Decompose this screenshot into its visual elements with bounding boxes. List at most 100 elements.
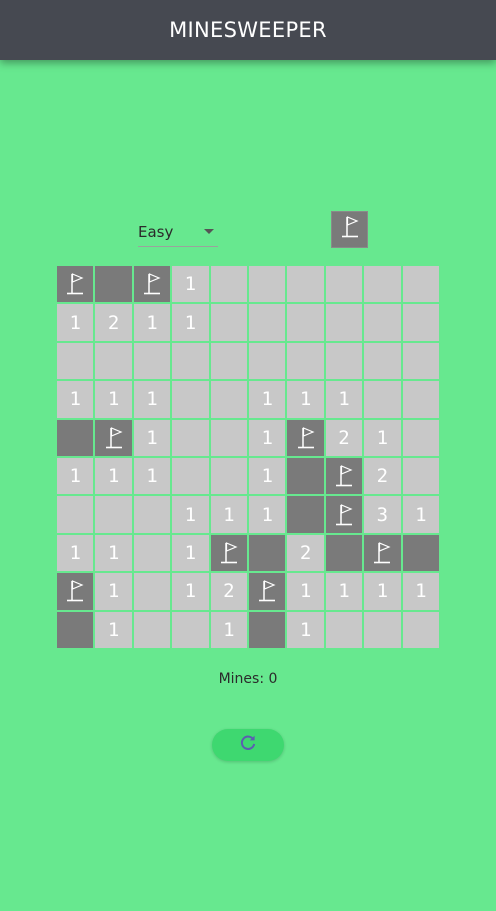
reset-button[interactable] [212, 729, 284, 761]
cell-number[interactable]: 1 [56, 380, 95, 419]
cell-number[interactable]: 1 [286, 610, 325, 649]
cell-number[interactable]: 2 [94, 303, 133, 342]
cell-flagged[interactable] [363, 533, 402, 573]
cell-covered[interactable] [324, 533, 364, 573]
cell-empty[interactable] [363, 303, 402, 342]
cell-covered[interactable] [286, 457, 325, 496]
cell-number[interactable]: 1 [132, 418, 172, 457]
cell-empty[interactable] [56, 495, 95, 534]
cell-empty[interactable] [56, 341, 95, 381]
cell-number[interactable]: 1 [94, 610, 133, 649]
cell-flagged[interactable] [324, 457, 364, 496]
cell-number[interactable]: 1 [401, 495, 440, 534]
cell-number[interactable]: 1 [324, 380, 364, 419]
cell-flagged[interactable] [248, 572, 287, 611]
cell-number[interactable]: 1 [286, 380, 325, 419]
cell-empty[interactable] [401, 380, 440, 419]
cell-number[interactable]: 1 [248, 418, 287, 457]
cell-empty[interactable] [363, 341, 402, 381]
cell-covered[interactable] [56, 418, 95, 457]
cell-number[interactable]: 1 [132, 380, 172, 419]
cell-number[interactable]: 1 [132, 457, 172, 496]
cell-number[interactable]: 1 [286, 572, 325, 611]
cell-flagged[interactable] [56, 572, 95, 611]
cell-empty[interactable] [94, 341, 133, 381]
cell-empty[interactable] [209, 380, 248, 419]
cell-empty[interactable] [401, 265, 440, 304]
cell-number[interactable]: 1 [363, 572, 402, 611]
cell-covered[interactable] [248, 533, 287, 573]
cell-empty[interactable] [363, 265, 402, 304]
cell-number[interactable]: 1 [94, 533, 133, 573]
cell-number[interactable]: 2 [324, 418, 364, 457]
cell-empty[interactable] [248, 341, 287, 381]
cell-flagged[interactable] [132, 265, 172, 304]
cell-flagged[interactable] [286, 418, 325, 457]
cell-number[interactable]: 1 [94, 380, 133, 419]
cell-empty[interactable] [132, 610, 172, 649]
cell-empty[interactable] [324, 265, 364, 304]
cell-number[interactable]: 1 [56, 457, 95, 496]
cell-number[interactable]: 1 [209, 610, 248, 649]
cell-empty[interactable] [286, 265, 325, 304]
cell-number[interactable]: 2 [286, 533, 325, 573]
cell-empty[interactable] [248, 303, 287, 342]
cell-flagged[interactable] [56, 265, 95, 304]
cell-number[interactable]: 1 [171, 495, 210, 534]
cell-number[interactable]: 1 [401, 572, 440, 611]
cell-empty[interactable] [132, 341, 172, 381]
cell-empty[interactable] [132, 572, 172, 611]
cell-empty[interactable] [286, 303, 325, 342]
cell-flagged[interactable] [324, 495, 364, 534]
cell-empty[interactable] [171, 380, 210, 419]
cell-empty[interactable] [209, 265, 248, 304]
cell-empty[interactable] [132, 533, 172, 573]
cell-covered[interactable] [286, 495, 325, 534]
cell-number[interactable]: 3 [363, 495, 402, 534]
cell-empty[interactable] [209, 418, 248, 457]
cell-empty[interactable] [132, 495, 172, 534]
cell-number[interactable]: 1 [171, 265, 210, 304]
cell-empty[interactable] [401, 457, 440, 496]
cell-empty[interactable] [209, 341, 248, 381]
cell-empty[interactable] [248, 265, 287, 304]
cell-number[interactable]: 2 [209, 572, 248, 611]
cell-number[interactable]: 1 [363, 418, 402, 457]
cell-empty[interactable] [209, 457, 248, 496]
cell-covered[interactable] [401, 533, 440, 573]
cell-empty[interactable] [401, 341, 440, 381]
cell-number[interactable]: 1 [324, 572, 364, 611]
cell-empty[interactable] [324, 303, 364, 342]
cell-number[interactable]: 1 [132, 303, 172, 342]
cell-number[interactable]: 1 [56, 303, 95, 342]
cell-number[interactable]: 1 [171, 533, 210, 573]
cell-empty[interactable] [209, 303, 248, 342]
cell-empty[interactable] [171, 610, 210, 649]
cell-covered[interactable] [56, 610, 95, 649]
cell-number[interactable]: 1 [171, 303, 210, 342]
cell-empty[interactable] [171, 457, 210, 496]
cell-number[interactable]: 1 [94, 457, 133, 496]
cell-covered[interactable] [248, 610, 287, 649]
cell-empty[interactable] [401, 303, 440, 342]
cell-number[interactable]: 1 [248, 495, 287, 534]
cell-number[interactable]: 1 [248, 457, 287, 496]
cell-number[interactable]: 1 [248, 380, 287, 419]
cell-flagged[interactable] [94, 418, 133, 457]
cell-covered[interactable] [94, 265, 133, 304]
cell-empty[interactable] [401, 418, 440, 457]
cell-number[interactable]: 1 [56, 533, 95, 573]
cell-number[interactable]: 1 [94, 572, 133, 611]
cell-number[interactable]: 1 [209, 495, 248, 534]
flag-mode-button[interactable] [331, 211, 368, 248]
cell-empty[interactable] [94, 495, 133, 534]
cell-empty[interactable] [401, 610, 440, 649]
cell-flagged[interactable] [209, 533, 248, 573]
cell-empty[interactable] [363, 380, 402, 419]
cell-empty[interactable] [324, 341, 364, 381]
cell-number[interactable]: 2 [363, 457, 402, 496]
cell-empty[interactable] [363, 610, 402, 649]
cell-empty[interactable] [286, 341, 325, 381]
difficulty-select[interactable]: Easy [138, 218, 218, 247]
cell-number[interactable]: 1 [171, 572, 210, 611]
